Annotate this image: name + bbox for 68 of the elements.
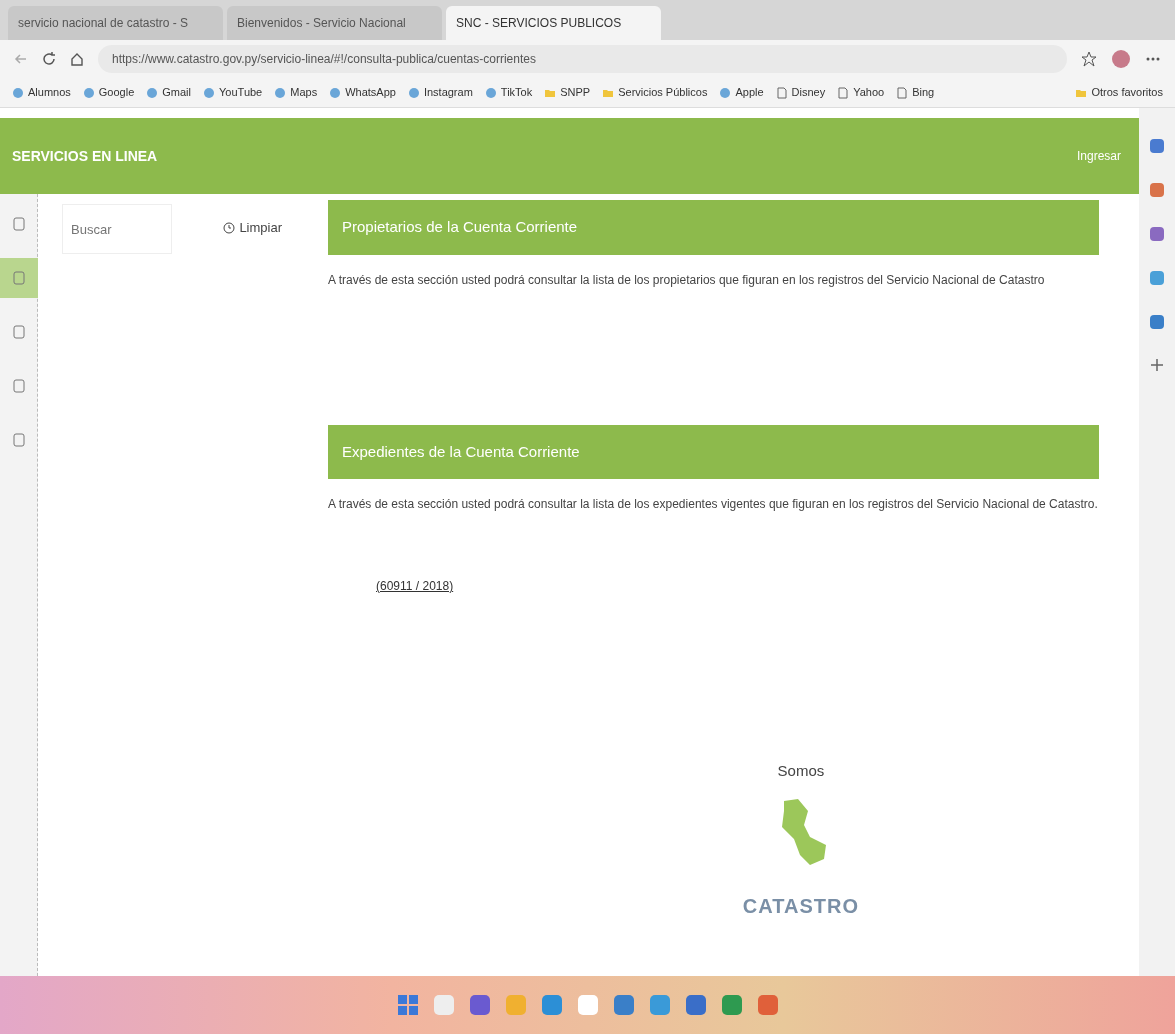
bookmark[interactable]: YouTube	[203, 84, 263, 101]
sidebar-app-icon[interactable]	[1149, 314, 1165, 330]
bookmark[interactable]: Gmail	[146, 84, 191, 101]
site-icon	[329, 86, 342, 99]
page-icon	[775, 86, 788, 99]
add-icon[interactable]	[1150, 358, 1164, 372]
refresh-icon[interactable]	[42, 52, 56, 66]
home-icon[interactable]	[70, 52, 84, 66]
rail-icon	[11, 216, 26, 232]
back-icon[interactable]	[14, 52, 28, 66]
bookmark[interactable]: Alumnos	[12, 84, 71, 101]
rail-icon	[11, 378, 26, 394]
bookmark[interactable]: SNPP	[544, 84, 591, 101]
bookmark-folder[interactable]: Otros favoritos	[1075, 84, 1163, 101]
record-link[interactable]: (60911 / 2018)	[376, 579, 454, 593]
rail-icon	[11, 270, 26, 286]
bookmark[interactable]: WhatsApp	[329, 84, 396, 101]
clear-button[interactable]: Limpiar	[217, 204, 288, 239]
rail-icon	[11, 324, 26, 340]
bookmark[interactable]: Disney	[775, 84, 826, 101]
taskbar-app-icon[interactable]	[720, 994, 743, 1016]
bookmark[interactable]: Servicios Públicos	[602, 84, 708, 101]
profile-icon[interactable]	[1111, 49, 1131, 69]
page-icon	[896, 86, 909, 99]
taskbar-app-icon[interactable]	[612, 994, 635, 1016]
bookmark[interactable]: Bing	[896, 84, 935, 101]
site-icon	[407, 86, 420, 99]
site-icon	[146, 86, 159, 99]
sidebar-app-icon[interactable]	[1149, 138, 1165, 154]
start-icon[interactable]	[396, 994, 419, 1016]
taskbar-app-icon[interactable]	[468, 994, 491, 1016]
bookmark[interactable]: Apple	[719, 84, 764, 101]
taskbar-app-icon[interactable]	[540, 994, 563, 1016]
bookmark[interactable]: TikTok	[484, 84, 533, 101]
taskbar-app-icon[interactable]	[756, 994, 779, 1016]
clear-icon	[223, 221, 236, 234]
logo-text: CATASTRO	[742, 893, 859, 919]
page-icon	[837, 86, 850, 99]
taskbar-app-icon[interactable]	[576, 994, 599, 1016]
browser-tab[interactable]: SNC - SERVICIOS PUBLICOS	[446, 6, 661, 40]
taskbar-app-icon[interactable]	[684, 994, 707, 1016]
section-description: A través de esta sección usted podrá consultar la lista de los expedientes vigentes que figuran en los registros del Servicio Nacional de Catastro.	[328, 496, 1099, 513]
browser-tab[interactable]: Bienvenidos - Servicio Nacional	[227, 6, 442, 40]
site-icon	[274, 86, 287, 99]
section-header: Propietarios de la Cuenta Corriente	[328, 200, 1099, 255]
taskbar-app-icon[interactable]	[432, 994, 455, 1016]
site-icon	[82, 86, 95, 99]
star-icon[interactable]	[1081, 51, 1097, 67]
site-icon	[203, 86, 215, 99]
rail-icon	[11, 432, 26, 448]
bookmark[interactable]: Maps	[274, 84, 318, 101]
sidebar-app-icon[interactable]	[1149, 182, 1165, 198]
sidebar-app-icon[interactable]	[1149, 226, 1165, 242]
footer-heading: Somos	[777, 761, 825, 781]
site-icon	[484, 86, 497, 99]
section-header: Expedientes de la Cuenta Corriente	[328, 424, 1099, 479]
search-field[interactable]: Buscar	[62, 204, 172, 254]
section-description: A través de esta sección usted podrá consultar la lista de los propietarios que figuran en los registros del Servicio Nacional de Catastro	[328, 271, 1046, 289]
site-icon	[12, 86, 24, 99]
site-icon	[719, 86, 732, 99]
bookmark[interactable]: Instagram	[407, 84, 473, 101]
address-field[interactable]: https://www.catastro.gov.py/servicio-linea/#!/consulta-publica/cuentas-corrientes	[98, 45, 1067, 73]
taskbar-app-icon[interactable]	[648, 994, 671, 1016]
bookmark[interactable]: Yahoo	[837, 84, 885, 101]
bookmark[interactable]: Google	[82, 84, 135, 101]
site-title: SERVICIOS EN LINEA	[12, 146, 158, 166]
sidebar-app-icon[interactable]	[1149, 270, 1165, 286]
browser-tab[interactable]: servicio nacional de catastro - S	[8, 6, 223, 40]
